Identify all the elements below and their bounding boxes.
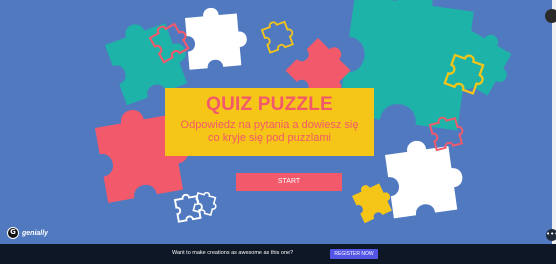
genially-logo-icon: G (7, 227, 19, 239)
quiz-title-card: QUIZ PUZZLE Odpowiedz na pytania a dowie… (165, 88, 374, 156)
quiz-title: QUIZ PUZZLE (206, 94, 333, 115)
start-button[interactable]: START (236, 173, 342, 191)
register-now-button[interactable]: REGISTER NOW (330, 249, 378, 259)
quiz-subtitle-line-1: Odpowiedz na pytania a dowiesz się (180, 119, 359, 131)
genially-logo[interactable]: G genially (7, 227, 48, 239)
promo-footer: Want to make creations as awesome as thi… (0, 244, 556, 264)
quiz-subtitle-line-2: co kryje się pod puzzlami (208, 132, 331, 144)
scrollbar[interactable] (552, 0, 556, 244)
chevron-up-icon[interactable] (545, 9, 556, 23)
quiz-canvas: QUIZ PUZZLE Odpowiedz na pytania a dowie… (0, 0, 552, 244)
genially-viewer: QUIZ PUZZLE Odpowiedz na pytania a dowie… (0, 0, 556, 264)
more-options-icon[interactable]: ••• (546, 229, 556, 241)
promo-text: Want to make creations as awesome as thi… (172, 250, 294, 256)
genially-logo-text: genially (22, 229, 49, 237)
